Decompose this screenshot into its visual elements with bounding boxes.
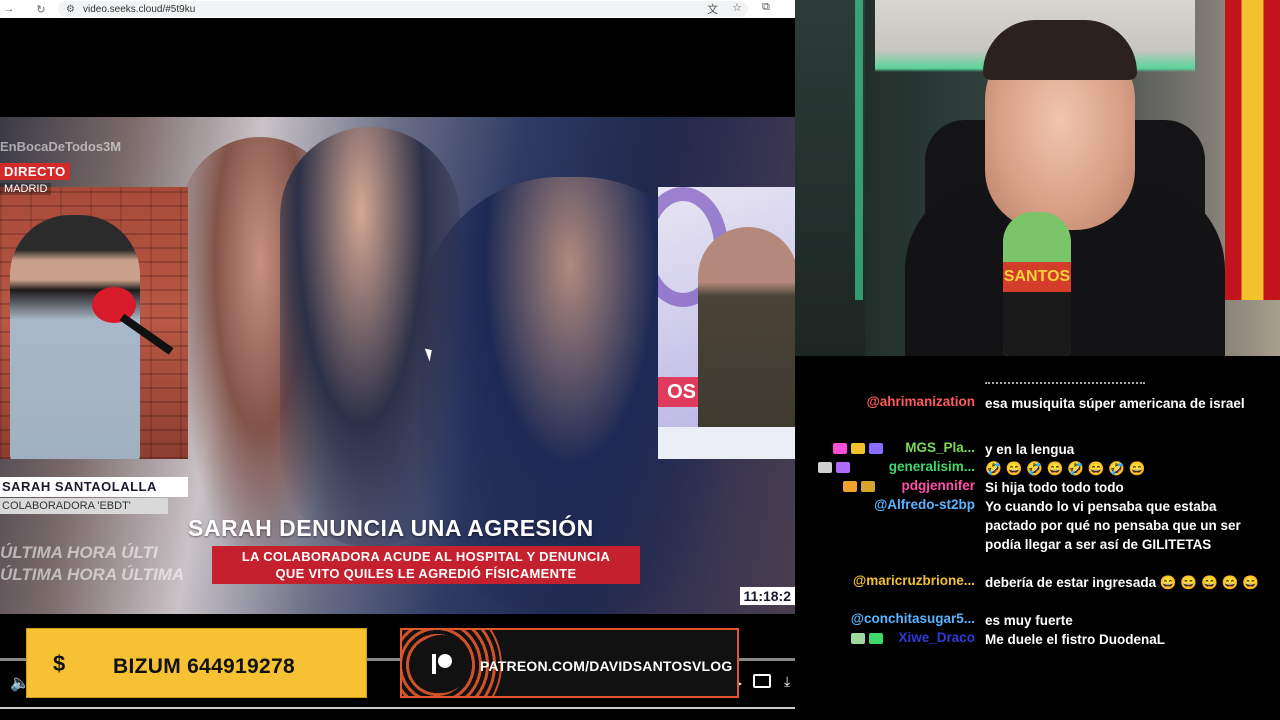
badge-icon bbox=[860, 481, 875, 492]
chat-username[interactable]: pdgjennifer bbox=[902, 478, 976, 493]
screen: → ↻ ⚙ video.seeks.cloud/#5t9ku 文 ☆ ⧉ OS bbox=[0, 0, 1280, 720]
reporter-name: SARAH SANTAOLALLA bbox=[0, 477, 188, 497]
badge-icon bbox=[818, 462, 833, 473]
chat-badges bbox=[833, 443, 883, 454]
patreon-icon bbox=[432, 654, 452, 674]
cast-icon[interactable] bbox=[753, 674, 771, 688]
breaking-ticker: ÚLTIMA HORA ÚLTI ÚLTIMA HORA ÚLTIMA bbox=[0, 542, 200, 586]
patreon-banner: PATREON.COM/DAVIDSANTOSVLOG bbox=[400, 628, 739, 698]
bizum-donation-banner: $ BIZUM 644919278 bbox=[26, 628, 367, 698]
studio-anchor-figure bbox=[698, 227, 795, 457]
chat-username[interactable]: Xiwe_Draco bbox=[898, 630, 975, 645]
chat-text: es muy fuerte bbox=[985, 613, 1073, 628]
chat-text: 🤣 😄 🤣 😄 🤣 😄 🤣 😄 bbox=[985, 461, 1146, 476]
video-player[interactable]: OS EnBocaDeTodos3M DIRECTO MADRID SARAH … bbox=[0, 117, 795, 614]
extensions-icon[interactable]: ⧉ bbox=[762, 1, 770, 14]
badge-icon bbox=[851, 633, 865, 644]
reporter-inset-video bbox=[0, 187, 188, 459]
ticker-line: ÚLTIMA HORA ÚLTI bbox=[0, 543, 158, 562]
badge-icon bbox=[851, 443, 865, 454]
video-letterbox bbox=[0, 18, 795, 118]
address-bar-actions: 文 ☆ bbox=[707, 1, 742, 17]
chat-badges bbox=[818, 462, 851, 473]
chat-badges bbox=[851, 633, 883, 644]
dollar-icon: $ bbox=[53, 651, 66, 676]
streamer-hair bbox=[983, 20, 1137, 80]
led-strip bbox=[855, 0, 863, 300]
bizum-label: BIZUM 644919278 bbox=[113, 655, 295, 678]
mic-brand-label: SANTOS bbox=[1003, 262, 1071, 292]
reporter-role: COLABORADORA 'EBDT' bbox=[0, 498, 168, 514]
live-badge: DIRECTO bbox=[0, 163, 70, 180]
chat-badges bbox=[842, 481, 875, 492]
ticker-line: ÚLTIMA HORA ÚLTIMA bbox=[0, 565, 185, 584]
chat-username[interactable]: @ahrimanization bbox=[867, 394, 975, 409]
chat-text: esa musiquita súper americana de israel bbox=[985, 396, 1245, 411]
chat-text: y en la lengua bbox=[985, 442, 1075, 457]
bottom-divider bbox=[0, 707, 795, 709]
badge-icon bbox=[869, 633, 883, 644]
browser-toolbar: → ↻ ⚙ video.seeks.cloud/#5t9ku 文 ☆ ⧉ bbox=[0, 0, 795, 18]
badge-icon bbox=[842, 481, 857, 492]
badge-icon bbox=[833, 443, 847, 454]
forward-icon[interactable]: → bbox=[0, 3, 18, 15]
microphone-base bbox=[1003, 292, 1071, 356]
badge-icon bbox=[836, 462, 851, 473]
blurred-person bbox=[280, 127, 460, 547]
chat-text: Yo cuando lo vi pensaba que estaba pacta… bbox=[985, 499, 1241, 552]
chat-text: Si hija todo todo todo bbox=[985, 480, 1124, 495]
channel-watermark: EnBocaDeTodos3M bbox=[0, 139, 122, 154]
studio-desk bbox=[658, 427, 795, 459]
chat-username[interactable]: MGS_Pla... bbox=[905, 440, 975, 455]
chat-text: debería de estar ingresada 😄 😄 😄 😄 😄 bbox=[985, 575, 1259, 590]
news-headline: SARAH DENUNCIA UNA AGRESIÓN bbox=[188, 515, 594, 541]
chat-top-divider bbox=[985, 382, 1145, 386]
live-chat: @ahrimanization esa musiquita súper ameri… bbox=[795, 356, 1280, 720]
broadcast-clock: 11:18:2 bbox=[739, 587, 795, 605]
badge-icon bbox=[869, 443, 883, 454]
address-bar[interactable]: ⚙ video.seeks.cloud/#5t9ku 文 ☆ bbox=[58, 1, 748, 17]
subhead-line: LA COLABORADORA ACUDE AL HOSPITAL Y DENU… bbox=[241, 549, 611, 564]
location-label: MADRID bbox=[0, 183, 52, 195]
chat-username[interactable]: @maricruzbrione... bbox=[853, 573, 975, 588]
subhead-line: QUE VITO QUILES LE AGREDIÓ FÍSICAMENTE bbox=[275, 566, 577, 581]
download-icon[interactable]: ⤓ bbox=[784, 673, 790, 690]
chat-text: Me duele el fistro DuodenaL bbox=[985, 632, 1166, 647]
bookmark-star-icon[interactable]: ☆ bbox=[732, 1, 742, 17]
reporter-figure bbox=[10, 215, 140, 459]
studio-inset-video: OS bbox=[658, 187, 795, 459]
chat-username[interactable]: generalisim... bbox=[889, 459, 975, 474]
chat-username[interactable]: @conchitasugar5... bbox=[851, 611, 975, 626]
reload-icon[interactable]: ↻ bbox=[32, 3, 50, 16]
patreon-label: PATREON.COM/DAVIDSANTOSVLOG bbox=[480, 658, 733, 674]
news-subheadline: LA COLABORADORA ACUDE AL HOSPITAL Y DENU… bbox=[212, 546, 640, 584]
streamer-webcam: SANTOS bbox=[795, 0, 1280, 356]
translate-icon[interactable]: 文 bbox=[707, 1, 718, 17]
site-settings-icon[interactable]: ⚙ bbox=[66, 4, 75, 15]
studio-logo-fragment: OS bbox=[658, 377, 698, 407]
spain-flag bbox=[1225, 0, 1280, 300]
chat-username[interactable]: @Alfredo-st2bp bbox=[874, 497, 975, 512]
url-text[interactable]: video.seeks.cloud/#5t9ku bbox=[83, 4, 195, 15]
